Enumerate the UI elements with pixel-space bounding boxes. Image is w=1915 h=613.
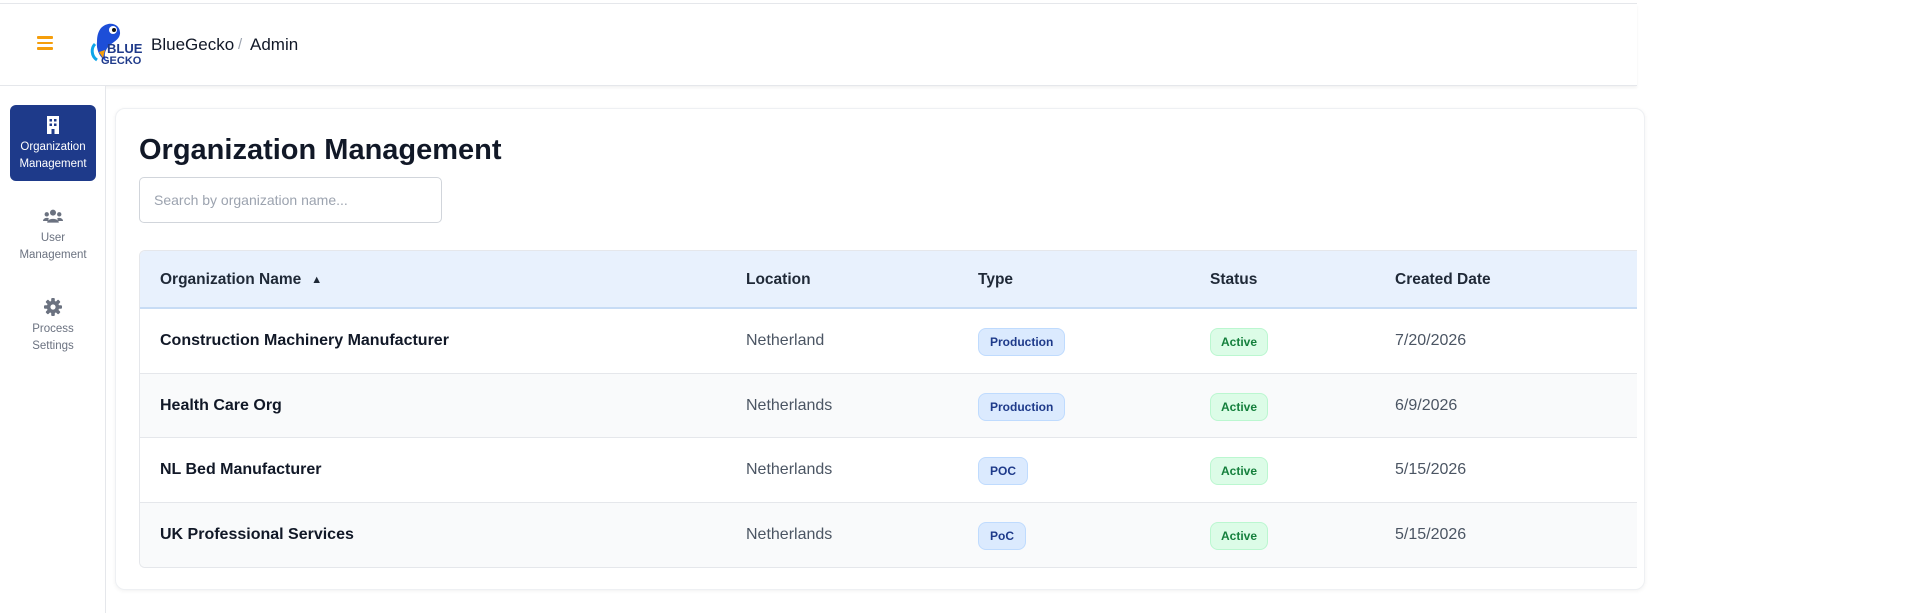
organization-name-cell: NL Bed Manufacturer [160, 461, 322, 478]
organization-name-cell: UK Professional Services [160, 525, 354, 543]
type-badge: PoC [978, 521, 1026, 550]
sidebar-item-label: Settings [32, 340, 74, 352]
organization-name-cell: Construction Machinery Manufacturer [160, 332, 449, 349]
svg-text:BLUE: BLUE [107, 41, 143, 56]
table-row[interactable]: Construction Machinery Manufacturer Neth… [140, 309, 1637, 374]
column-header-type[interactable]: Type [978, 251, 1013, 309]
breadcrumb-separator: / [238, 36, 243, 53]
created-date-cell: 5/15/2026 [1395, 525, 1467, 543]
page-title: Organization Management [139, 134, 502, 166]
app-header: BLUE GECKO BlueGecko / Admin [0, 4, 1637, 86]
sidebar-item-label: Management [19, 249, 87, 261]
table-row[interactable]: NL Bed Manufacturer Netherlands POC Acti… [140, 438, 1637, 503]
created-date-cell: 6/9/2026 [1395, 396, 1458, 414]
breadcrumb-current-page: Admin [250, 35, 299, 54]
type-badge: POC [978, 457, 1029, 485]
sidebar-item-process-settings[interactable]: Process Settings [10, 287, 96, 363]
sidebar-item-user-management[interactable]: User Management [10, 196, 96, 272]
status-badge: Active [1210, 392, 1269, 421]
location-cell: Netherlands [746, 525, 833, 543]
table-row[interactable]: Health Care Org Netherlands Production A… [140, 373, 1637, 438]
type-badge: Production [978, 392, 1066, 421]
brand-name[interactable]: BlueGecko [151, 35, 234, 55]
status-badge: Active [1210, 457, 1269, 485]
type-badge: Production [978, 328, 1066, 356]
table-row[interactable]: UK Professional Services Netherlands PoC… [140, 502, 1637, 567]
hamburger-icon[interactable] [37, 36, 53, 50]
users-icon [43, 209, 63, 223]
column-header-location[interactable]: Location [746, 251, 811, 309]
organizations-table: Organization Name ▲ Location Type Status … [139, 250, 1637, 568]
svg-text:GECKO: GECKO [101, 55, 142, 67]
created-date-cell: 5/15/2026 [1395, 461, 1467, 478]
status-badge: Active [1210, 521, 1269, 550]
column-header-status[interactable]: Status [1210, 251, 1257, 309]
sidebar-item-label: User [40, 232, 66, 244]
location-cell: Netherlands [746, 461, 833, 478]
sort-ascending-icon: ▲ [311, 274, 323, 286]
organization-name-cell: Health Care Org [160, 396, 282, 414]
sidebar-item-label: Organization [20, 141, 86, 153]
sidebar-item-label: Process [32, 323, 74, 335]
sidebar-item-organization-management[interactable]: Organization Management [10, 105, 96, 181]
building-icon [47, 116, 59, 134]
search-input[interactable] [139, 177, 442, 223]
location-cell: Netherlands [746, 396, 833, 414]
created-date-cell: 7/20/2026 [1395, 332, 1467, 349]
gear-icon [44, 298, 62, 316]
location-cell: Netherland [746, 332, 825, 349]
column-header-organization-name[interactable]: Organization Name ▲ [160, 251, 322, 309]
table-header: Organization Name ▲ Location Type Status … [140, 251, 1637, 309]
status-badge: Active [1210, 328, 1269, 356]
column-header-label: Organization Name [160, 271, 302, 288]
column-header-created-date[interactable]: Created Date [1395, 251, 1491, 309]
logo[interactable]: BLUE GECKO [87, 22, 147, 70]
sidebar: Organization Management User Management … [0, 86, 106, 613]
sidebar-item-label: Management [19, 158, 87, 170]
